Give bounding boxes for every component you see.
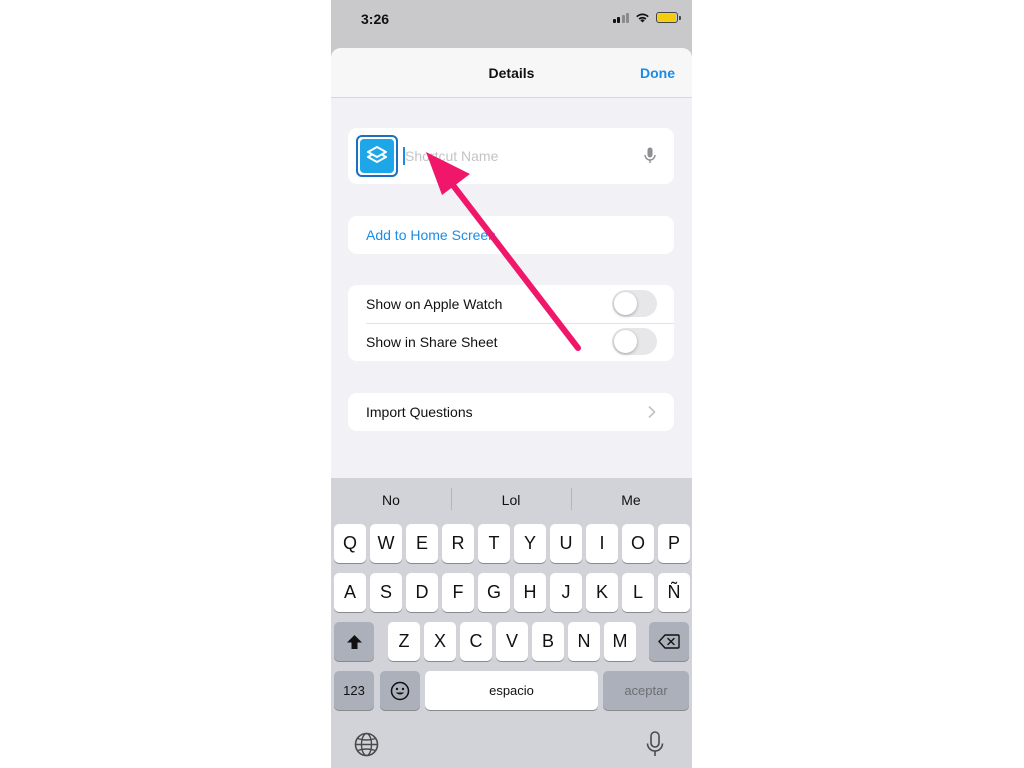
add-to-home-card: Add to Home Screen [348,216,674,254]
backspace-icon [658,634,680,649]
key-t[interactable]: T [478,524,510,563]
dictation-mic-icon[interactable] [644,147,656,164]
status-bar: 3:26 [331,0,692,40]
key-j[interactable]: J [550,573,582,612]
key-f[interactable]: F [442,573,474,612]
wifi-icon [636,13,649,23]
phone-screen: 3:26 Details Done Shortcut Name Add to H… [331,0,692,768]
page-title: Details [488,65,535,81]
key-q[interactable]: Q [334,524,366,563]
import-questions-label: Import Questions [366,404,473,420]
share-sheet-switch[interactable] [612,328,657,355]
import-questions-row[interactable]: Import Questions [348,393,674,431]
toggle-row-apple-watch: Show on Apple Watch [348,285,674,324]
globe-icon[interactable] [354,732,379,757]
add-to-home-screen-button[interactable]: Add to Home Screen [366,227,496,243]
status-time: 3:26 [361,11,390,27]
suggestion-1[interactable]: No [331,492,451,508]
emoji-icon [390,681,410,700]
key-d[interactable]: D [406,573,438,612]
key-n[interactable]: N [568,622,600,661]
keyboard: No Lol Me Q W E R T Y U I O P A S D F G … [331,478,692,768]
key-c[interactable]: C [460,622,492,661]
key-i[interactable]: I [586,524,618,563]
space-key[interactable]: espacio [425,671,598,710]
key-v[interactable]: V [496,622,528,661]
apple-watch-switch[interactable] [612,290,657,317]
signal-icon [612,12,629,23]
shift-key[interactable] [334,622,374,661]
emoji-key[interactable] [380,671,420,710]
suggestion-3[interactable]: Me [571,492,691,508]
toggle-label: Show on Apple Watch [366,296,503,312]
shift-arrow-icon [346,634,362,649]
key-l[interactable]: L [622,573,654,612]
keyboard-mic-icon[interactable] [646,731,664,758]
key-x[interactable]: X [424,622,456,661]
key-p[interactable]: P [658,524,690,563]
key-r[interactable]: R [442,524,474,563]
chevron-right-icon [648,406,656,418]
key-w[interactable]: W [370,524,402,563]
key-u[interactable]: U [550,524,582,563]
toggles-card: Show on Apple Watch Show in Share Sheet [348,285,674,361]
shortcut-name-card [348,128,674,184]
toggle-row-share-sheet: Show in Share Sheet [348,323,674,361]
key-a[interactable]: A [334,573,366,612]
key-g[interactable]: G [478,573,510,612]
return-key[interactable]: aceptar [603,671,689,710]
key-h[interactable]: H [514,573,546,612]
toggle-label: Show in Share Sheet [366,334,498,350]
nav-bar: Details Done [331,48,692,98]
key-k[interactable]: K [586,573,618,612]
key-b[interactable]: B [532,622,564,661]
key-o[interactable]: O [622,524,654,563]
done-button[interactable]: Done [640,65,675,81]
battery-icon [656,12,681,23]
key-m[interactable]: M [604,622,636,661]
suggestion-2[interactable]: Lol [451,492,571,508]
key-s[interactable]: S [370,573,402,612]
shortcuts-icon [360,139,394,173]
delete-key[interactable] [649,622,689,661]
numbers-key[interactable]: 123 [334,671,374,710]
key-enye[interactable]: Ñ [658,573,690,612]
key-e[interactable]: E [406,524,438,563]
key-y[interactable]: Y [514,524,546,563]
shortcut-icon-button[interactable] [356,135,398,177]
shortcut-name-input[interactable] [405,145,635,167]
status-icons [612,12,681,23]
key-z[interactable]: Z [388,622,420,661]
